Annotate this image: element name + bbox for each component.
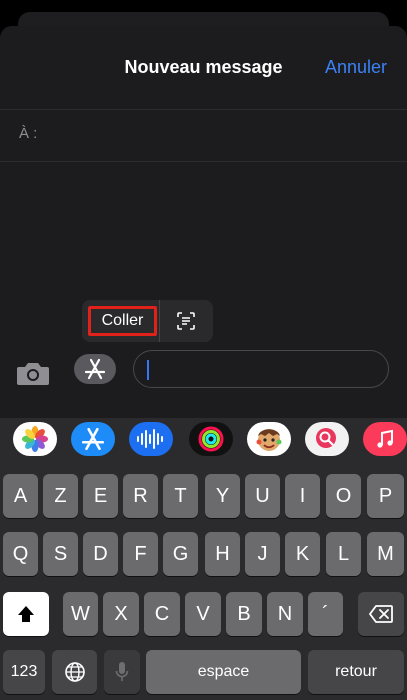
app-store-icon — [84, 358, 106, 380]
shift-key[interactable] — [3, 592, 49, 636]
key-y[interactable]: Y — [205, 474, 240, 518]
memoji-icon[interactable] — [247, 422, 291, 456]
paste-button[interactable]: Coller — [88, 306, 157, 336]
audio-message-icon[interactable] — [129, 422, 173, 456]
key-z[interactable]: Z — [43, 474, 78, 518]
fitness-icon[interactable] — [189, 422, 233, 456]
key-a[interactable]: A — [3, 474, 38, 518]
key-h[interactable]: H — [205, 532, 240, 576]
message-input[interactable] — [133, 350, 389, 388]
recipient-divider — [0, 161, 407, 162]
key-d[interactable]: D — [83, 532, 118, 576]
key-r[interactable]: R — [123, 474, 158, 518]
key-e[interactable]: E — [83, 474, 118, 518]
key-accent[interactable]: ´ — [308, 592, 343, 636]
space-key[interactable]: espace — [146, 650, 301, 694]
imessage-app-strip — [0, 417, 407, 461]
compose-row — [0, 350, 407, 394]
camera-icon[interactable] — [15, 358, 51, 388]
photos-icon[interactable] — [13, 422, 57, 456]
key-j[interactable]: J — [245, 532, 280, 576]
dictation-key[interactable] — [104, 650, 140, 694]
key-n[interactable]: N — [267, 592, 303, 636]
globe-key[interactable] — [52, 650, 97, 694]
globe-icon — [64, 662, 85, 682]
popup-divider — [159, 300, 160, 342]
key-l[interactable]: L — [326, 532, 361, 576]
delete-icon — [368, 605, 393, 623]
key-f[interactable]: F — [123, 532, 158, 576]
search-images-icon[interactable] — [305, 422, 349, 456]
apps-button[interactable] — [74, 354, 116, 384]
key-c[interactable]: C — [144, 592, 180, 636]
text-caret — [147, 360, 149, 380]
key-i[interactable]: I — [285, 474, 320, 518]
key-v[interactable]: V — [185, 592, 221, 636]
return-key[interactable]: retour — [308, 650, 404, 694]
scan-text-icon[interactable] — [176, 311, 196, 331]
key-b[interactable]: B — [226, 592, 262, 636]
key-p[interactable]: P — [367, 474, 404, 518]
microphone-icon — [115, 662, 129, 681]
key-k[interactable]: K — [285, 532, 320, 576]
key-x[interactable]: X — [103, 592, 139, 636]
key-u[interactable]: U — [245, 474, 280, 518]
shift-icon — [18, 606, 34, 622]
key-t[interactable]: T — [163, 474, 198, 518]
key-q[interactable]: Q — [3, 532, 38, 576]
key-g[interactable]: G — [163, 532, 198, 576]
key-w[interactable]: W — [63, 592, 98, 636]
key-s[interactable]: S — [43, 532, 78, 576]
nav-divider — [0, 109, 407, 110]
navigation-bar: Nouveau message Annuler — [0, 26, 407, 110]
cancel-button[interactable]: Annuler — [325, 57, 387, 78]
app-store-icon[interactable] — [71, 422, 115, 456]
music-icon[interactable] — [363, 422, 407, 456]
numbers-key[interactable]: 123 — [3, 650, 45, 694]
recipient-label: À : — [19, 125, 38, 142]
key-o[interactable]: O — [326, 474, 361, 518]
key-m[interactable]: M — [367, 532, 404, 576]
delete-key[interactable] — [358, 592, 404, 636]
edit-menu-popup: Coller — [82, 300, 213, 342]
